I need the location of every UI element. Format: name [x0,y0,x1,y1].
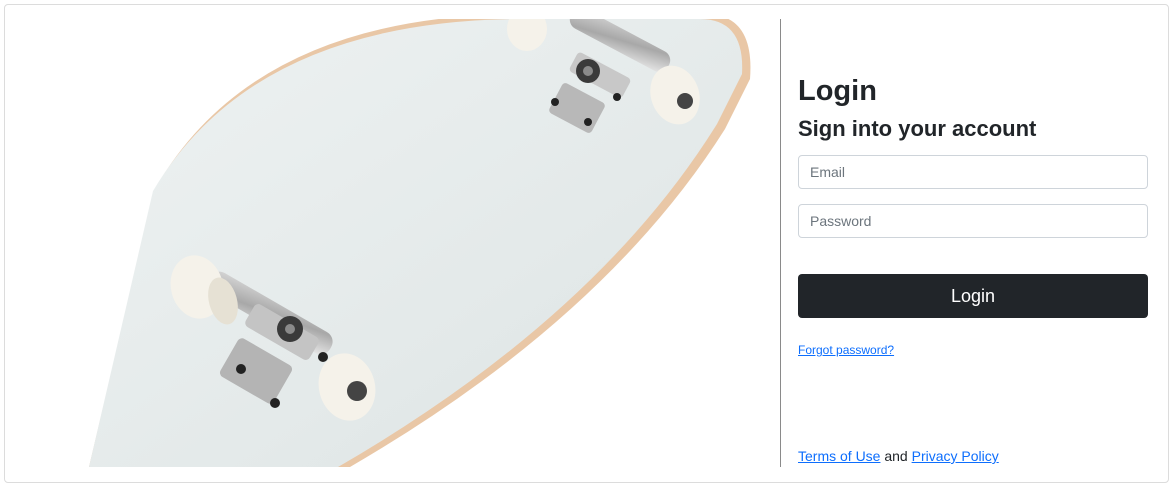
login-title: Login [798,75,877,107]
terms-of-use-link[interactable]: Terms of Use [798,448,880,464]
login-card: Login Sign into your account Login Forgo… [4,4,1169,483]
login-subtitle: Sign into your account [798,116,1037,141]
login-form: Login Sign into your account Login Forgo… [798,5,1150,482]
vertical-divider [780,19,781,467]
login-button[interactable]: Login [798,274,1148,318]
legal-conjunction: and [884,448,908,464]
password-field[interactable] [798,204,1148,238]
forgot-password-link[interactable]: Forgot password? [798,343,894,357]
email-field[interactable] [798,155,1148,189]
privacy-policy-link[interactable]: Privacy Policy [912,448,999,464]
legal-links: Terms of Use and Privacy Policy [798,448,999,464]
skateboard-image [5,19,780,467]
